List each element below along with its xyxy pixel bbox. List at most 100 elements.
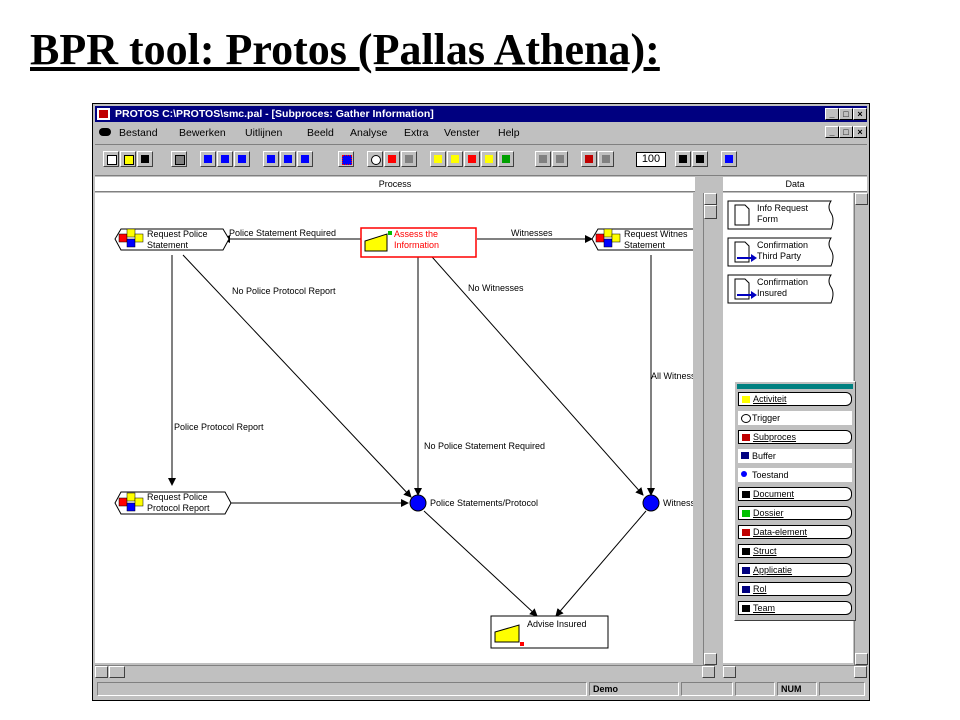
align-middle-icon[interactable] bbox=[280, 151, 296, 167]
app-icon[interactable] bbox=[97, 108, 110, 120]
scroll-up-button[interactable] bbox=[704, 193, 717, 205]
state-icon bbox=[409, 494, 427, 512]
menu-help[interactable]: Help bbox=[498, 127, 520, 139]
scroll-left-button[interactable] bbox=[723, 666, 736, 678]
palette-item-trigger[interactable]: Trigger bbox=[738, 411, 852, 425]
arc-witness-state-to-advise[interactable] bbox=[555, 510, 647, 617]
palette-item-label: Rol bbox=[753, 584, 767, 594]
menu-uitlijnen[interactable]: Uitlijnen bbox=[245, 127, 282, 139]
menu-beeld[interactable]: Beeld bbox=[307, 127, 334, 139]
document-menu-icon[interactable] bbox=[99, 128, 111, 136]
node-label-line2: Protocol Report bbox=[147, 503, 210, 513]
menu-venster[interactable]: Venster bbox=[444, 127, 480, 139]
doc-close-button[interactable]: × bbox=[853, 126, 867, 138]
doc-label-line2: Form bbox=[757, 214, 778, 224]
activity-icon bbox=[742, 396, 750, 403]
process-horizontal-scrollbar[interactable] bbox=[95, 665, 715, 678]
status-message bbox=[97, 682, 587, 696]
menu-analyse[interactable]: Analyse bbox=[350, 127, 387, 139]
chart-icon-5[interactable] bbox=[498, 151, 514, 167]
node-request-witness-statement[interactable]: Request Witnes Statement bbox=[591, 228, 693, 251]
align-center-icon[interactable] bbox=[217, 151, 233, 167]
node-witness[interactable]: Witness bbox=[642, 494, 693, 512]
palette-item-activiteit[interactable]: Activiteit bbox=[738, 392, 852, 406]
state-icon bbox=[741, 471, 747, 477]
palette-item-team[interactable]: Team bbox=[738, 601, 852, 615]
palette-item-subproces[interactable]: Subproces bbox=[738, 430, 852, 444]
doc-label-line2: Insured bbox=[757, 288, 788, 298]
palette-item-applicatie[interactable]: Applicatie bbox=[738, 563, 852, 577]
node-assess-information[interactable]: Assess the Information bbox=[360, 227, 477, 258]
align-left-icon[interactable] bbox=[200, 151, 216, 167]
title-bar[interactable]: PROTOS C:\PROTOS\smc.pal - [Subproces: G… bbox=[95, 106, 867, 122]
minimize-button[interactable]: _ bbox=[825, 108, 839, 120]
palette-item-data-element[interactable]: Data-element bbox=[738, 525, 852, 539]
graph-icon-1[interactable] bbox=[535, 151, 551, 167]
scroll-down-button[interactable] bbox=[704, 653, 717, 665]
menu-bestand[interactable]: Bestand bbox=[119, 127, 158, 139]
align-top-icon[interactable] bbox=[263, 151, 279, 167]
node-request-police-statement[interactable]: Request Police Statement bbox=[114, 228, 230, 251]
palette-item-struct[interactable]: Struct bbox=[738, 544, 852, 558]
print-icon[interactable] bbox=[171, 151, 187, 167]
chart-icon-2[interactable] bbox=[447, 151, 463, 167]
data-doc-confirmation-insured[interactable]: Confirmation Insured bbox=[727, 273, 839, 305]
scroll-thumb[interactable] bbox=[109, 666, 125, 678]
palette-item-buffer[interactable]: Buffer bbox=[738, 449, 852, 463]
ellipse-icon[interactable] bbox=[367, 151, 383, 167]
fit-icon[interactable] bbox=[598, 151, 614, 167]
new-icon[interactable] bbox=[103, 151, 119, 167]
node-label-line2: Information bbox=[394, 240, 439, 250]
window-title: PROTOS C:\PROTOS\smc.pal - [Subproces: G… bbox=[115, 108, 434, 120]
arc-state-to-advise[interactable] bbox=[423, 510, 538, 617]
restore-button[interactable]: □ bbox=[839, 108, 853, 120]
palette-item-rol[interactable]: Rol bbox=[738, 582, 852, 596]
menu-extra[interactable]: Extra bbox=[404, 127, 429, 139]
data-vertical-scrollbar[interactable] bbox=[854, 193, 868, 665]
node-advise-insured[interactable]: Advise Insured bbox=[490, 615, 609, 649]
scroll-left-button[interactable] bbox=[95, 666, 108, 678]
forward-icon[interactable] bbox=[692, 151, 708, 167]
align-bottom-icon[interactable] bbox=[297, 151, 313, 167]
node-request-police-protocol-report[interactable]: Request Police Protocol Report bbox=[114, 491, 232, 515]
process-canvas[interactable]: Police Statement Required Witnesses No P… bbox=[95, 193, 693, 663]
palette-item-document[interactable]: Document bbox=[738, 487, 852, 501]
save-icon[interactable] bbox=[137, 151, 153, 167]
zoom-icon[interactable] bbox=[581, 151, 597, 167]
zoom-field[interactable]: 100 bbox=[636, 152, 666, 167]
status-mode: Demo bbox=[589, 682, 679, 696]
data-doc-info-request-form[interactable]: Info Request Form bbox=[727, 199, 839, 231]
scroll-down-button[interactable] bbox=[855, 653, 868, 665]
help-pointer-icon[interactable] bbox=[721, 151, 737, 167]
doc-minimize-button[interactable]: _ bbox=[825, 126, 839, 138]
chart-icon-1[interactable] bbox=[430, 151, 446, 167]
scroll-right-button[interactable] bbox=[702, 666, 715, 678]
data-horizontal-scrollbar[interactable] bbox=[723, 665, 867, 678]
close-button[interactable]: × bbox=[853, 108, 867, 120]
palette-title-bar[interactable] bbox=[737, 384, 853, 389]
process-vertical-scrollbar[interactable] bbox=[703, 193, 717, 665]
open-icon[interactable] bbox=[120, 151, 136, 167]
align-right-icon[interactable] bbox=[234, 151, 250, 167]
scroll-right-button[interactable] bbox=[854, 666, 867, 678]
menu-bewerken[interactable]: Bewerken bbox=[179, 127, 226, 139]
node-police-statements-protocol[interactable]: Police Statements/Protocol bbox=[409, 494, 538, 512]
chart-icon-4[interactable] bbox=[481, 151, 497, 167]
doc-restore-button[interactable]: □ bbox=[839, 126, 853, 138]
chart-icon-3[interactable] bbox=[464, 151, 480, 167]
arc-assess-to-witness-state[interactable] bbox=[424, 248, 644, 496]
node-label: Witness bbox=[663, 498, 693, 508]
pointer-icon[interactable] bbox=[401, 151, 417, 167]
grid-icon[interactable] bbox=[338, 151, 354, 167]
toolbar: 100 bbox=[95, 144, 867, 176]
scroll-thumb[interactable] bbox=[704, 205, 717, 219]
element-palette[interactable]: Activiteit Trigger Subproces Buffer Toestand… bbox=[734, 381, 856, 621]
data-doc-confirmation-third-party[interactable]: Confirmation Third Party bbox=[727, 236, 839, 268]
graph-icon-2[interactable] bbox=[552, 151, 568, 167]
shapes-icon[interactable] bbox=[384, 151, 400, 167]
palette-item-label: Dossier bbox=[753, 508, 784, 518]
palette-item-toestand[interactable]: Toestand bbox=[738, 468, 852, 482]
palette-item-dossier[interactable]: Dossier bbox=[738, 506, 852, 520]
rewind-icon[interactable] bbox=[675, 151, 691, 167]
scroll-up-button[interactable] bbox=[855, 193, 868, 205]
